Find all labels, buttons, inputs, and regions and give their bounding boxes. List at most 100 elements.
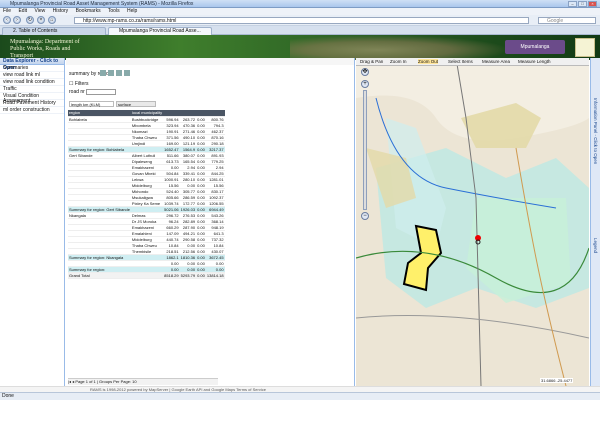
cell-value: 0.00 (196, 176, 206, 183)
cell-municipality (130, 272, 164, 279)
nav-item-road-condition[interactable]: view road link condition (0, 79, 64, 86)
cell-value: 0.00 (196, 218, 206, 225)
cell-value: 1926.03 (179, 206, 197, 213)
nav-item-road-link[interactable]: view road link ml (0, 72, 64, 79)
zoom-slider[interactable] (363, 90, 367, 210)
cell-value: 263.72 (179, 116, 197, 123)
cell-value: 218.51 (163, 248, 180, 255)
back-icon[interactable]: ‹ (3, 16, 11, 24)
close-button[interactable]: × (588, 1, 597, 7)
zoom-minus-icon[interactable]: − (361, 212, 369, 220)
cell-municipality: Bushbuckridge (130, 116, 164, 123)
tab-label: 2. Table of Contents (13, 28, 58, 34)
url-bar[interactable]: http://www.mp-rams.co.za/rams/rams.html (74, 17, 529, 24)
province-logo: Mpumalanga (505, 40, 565, 54)
cell-value: 169.00 (163, 140, 180, 147)
cell-region: Summary for region: Gert Sibande (68, 206, 131, 213)
filters-text: Filters (74, 81, 89, 87)
grand-total-row[interactable]: Grand Total 8518.29 5293.79 0.00 13814.18 (68, 272, 225, 279)
information-panel-strip[interactable]: Information Panel - Click to Open Legend (590, 58, 600, 386)
nav-item-visual-condition[interactable]: Visual Condition Assessment (0, 93, 64, 104)
zoom-in-button[interactable]: Zoom In (390, 59, 407, 64)
first-page-icon[interactable]: |◂ (68, 379, 71, 384)
summary-icon-2[interactable] (108, 70, 114, 76)
panel-header[interactable]: Data Explorer - Click to Open (0, 58, 64, 71)
cell-value: 0.00 (196, 230, 206, 237)
menu-view[interactable]: View (34, 8, 45, 14)
menu-help[interactable]: Help (127, 8, 137, 14)
table-row[interactable]: Gert Sibande Albert Luthuli 511.66 380.07 0.… (68, 152, 225, 159)
menu-tools[interactable]: Tools (108, 8, 120, 14)
reload-icon[interactable]: ↻ (26, 16, 34, 24)
map-canvas (356, 58, 589, 386)
nav-item-summaries[interactable]: Summaries (0, 65, 64, 72)
cell-value: 287.90 (179, 224, 197, 231)
summary-icon-3[interactable] (116, 70, 122, 76)
information-panel-label[interactable]: Information Panel - Click to Open (593, 98, 598, 164)
pan-control-icon[interactable]: ✥ (361, 68, 369, 76)
cell-value: 1000.91 (163, 176, 180, 183)
search-input[interactable]: Google (538, 17, 596, 24)
tab-table-of-contents[interactable]: 2. Table of Contents (2, 27, 106, 35)
menu-file[interactable]: File (3, 8, 11, 14)
cell-value: 305.77 (179, 188, 197, 195)
select-items-button[interactable]: Select Items (448, 59, 473, 64)
prev-page-icon[interactable]: ◂ (72, 379, 74, 384)
cell-value: 280.10 (179, 176, 197, 183)
col-municipality[interactable]: local municipality (130, 110, 164, 117)
cell-municipality: Pixley Ka Seme (130, 200, 164, 207)
surface-column[interactable]: surface (116, 101, 156, 107)
cell-value: 0.00 (196, 146, 206, 153)
cell-value: 1862.1 (163, 254, 180, 261)
status-bar: Done (0, 392, 600, 400)
cell-value: 0.00 (196, 122, 206, 129)
menu-history[interactable]: History (53, 8, 69, 14)
main-header (66, 58, 354, 65)
map-toolbar: Drag & Pan Zoom In Zoom Out Select Items… (356, 58, 589, 66)
forward-icon[interactable]: › (13, 16, 21, 24)
measure-area-button[interactable]: Measure Area (482, 59, 510, 64)
banner-title-line2: Public Works, Roads and (10, 46, 71, 52)
stop-icon[interactable]: × (37, 16, 45, 24)
region-table: region local municipality Bohlabela Bushb… (68, 110, 225, 279)
cell-value: 0.00 (196, 212, 206, 219)
pager (68, 428, 218, 435)
cell-value: 0.00 (196, 248, 206, 255)
cell-value: 0.00 (196, 164, 206, 171)
legend-label[interactable]: Legend (593, 238, 598, 253)
measure-length-button[interactable]: Measure Length (518, 59, 551, 64)
cell-value: 1039.74 (163, 200, 180, 207)
nav-item-pavement-history[interactable]: Road Pavement History (0, 100, 64, 107)
road-select[interactable] (86, 89, 116, 95)
cell-value: 8518.29 (163, 272, 180, 279)
summary-icon-4[interactable] (124, 70, 130, 76)
nav-item-construction[interactable]: ml order construction (0, 107, 64, 114)
cell-value: 440.74 (163, 236, 180, 243)
cell-value: 290.58 (179, 236, 197, 243)
map-view[interactable] (356, 58, 589, 386)
cell-value: 147.09 (163, 230, 180, 237)
home-icon[interactable]: ⌂ (48, 16, 56, 24)
minimize-button[interactable]: – (568, 1, 577, 7)
menu-edit[interactable]: Edit (18, 8, 27, 14)
cell-value: 0.00 (196, 182, 206, 189)
cell-value: 470.36 (179, 122, 197, 129)
pager-text: Page 1 of 1 | Groups Per Page: 10 (75, 379, 137, 384)
maximize-button[interactable]: □ (578, 1, 587, 7)
cell-value: 504.84 (163, 170, 180, 177)
cell-value: 0.00 (196, 266, 206, 273)
nav-item-traffic[interactable]: Traffic (0, 86, 64, 93)
zoom-out-button[interactable]: Zoom Out (418, 59, 439, 64)
menu-bookmarks[interactable]: Bookmarks (76, 8, 101, 14)
cell-value: 0.00 (196, 128, 206, 135)
zoom-plus-icon[interactable]: + (361, 80, 369, 88)
drag-pan-button[interactable]: Drag & Pan (360, 59, 383, 64)
window-titlebar: Mpumalanga Provincial Road Asset Managem… (0, 0, 600, 8)
site-banner: Mpumalanga: Department of Public Works, … (0, 35, 600, 60)
cell-value: 3217.37 (205, 146, 225, 153)
summary-icon-1[interactable] (100, 70, 106, 76)
cell-value: 660.29 (163, 224, 180, 231)
cell-value: 282.89 (179, 218, 197, 225)
tab-rams[interactable]: Mpumalanga Provincial Road Asse... (108, 27, 212, 35)
cell-value: 0.00 (196, 224, 206, 231)
